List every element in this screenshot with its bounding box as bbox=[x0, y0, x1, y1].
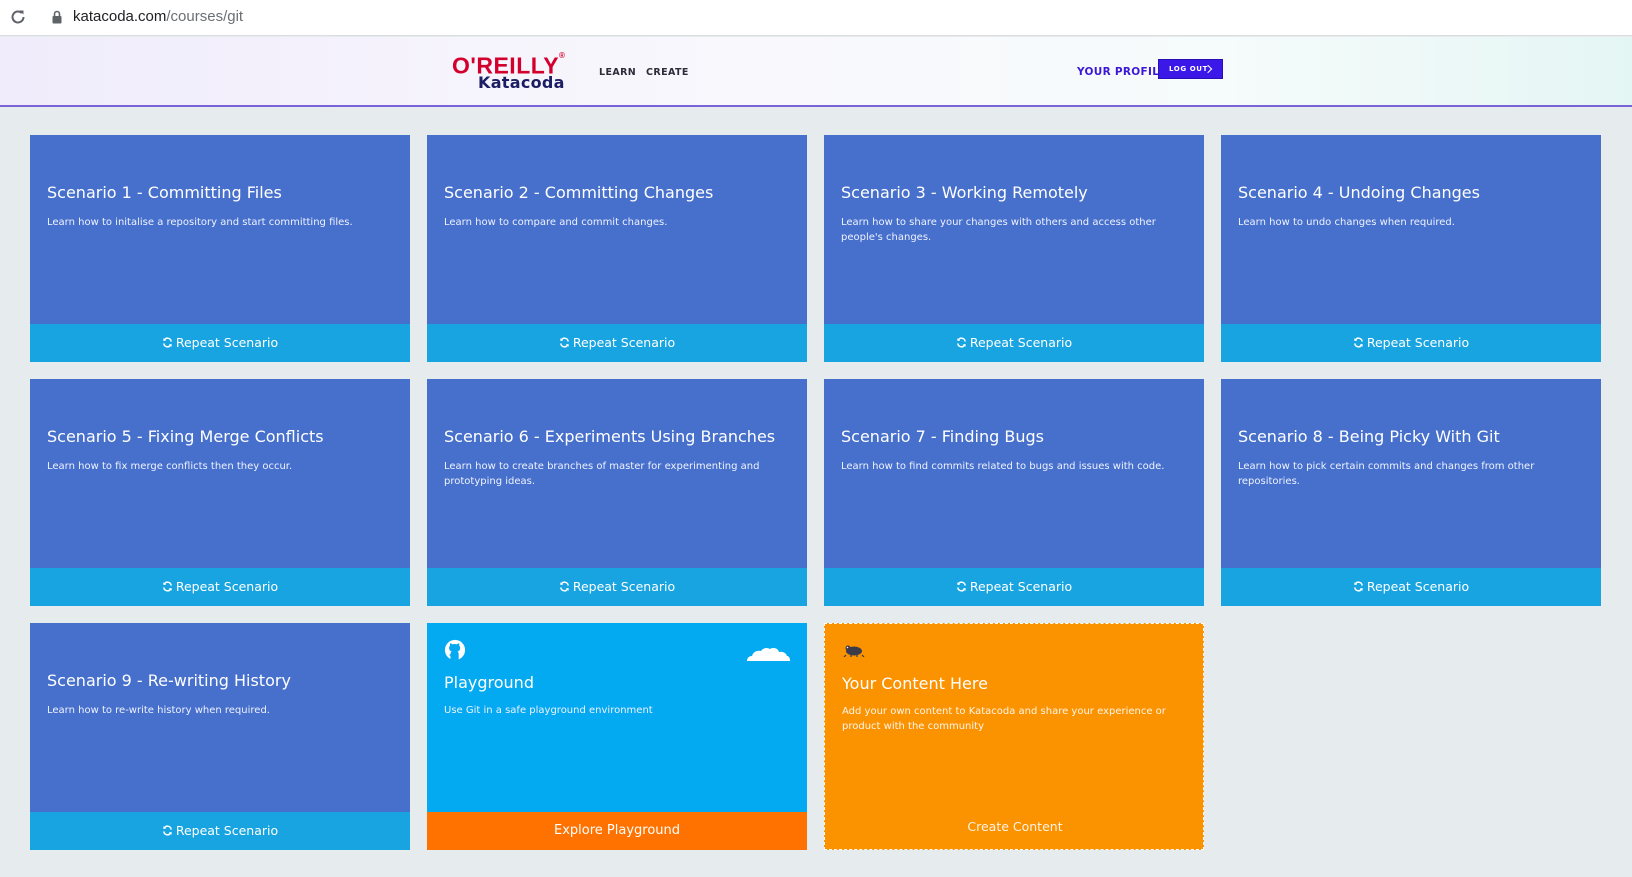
scenario-description: Learn how to initalise a repository and … bbox=[47, 217, 353, 228]
scenario-card[interactable]: Scenario 4 - Undoing Changes Learn how t… bbox=[1221, 135, 1601, 362]
repeat-scenario-button[interactable]: Repeat Scenario bbox=[427, 324, 807, 362]
refresh-icon bbox=[162, 337, 172, 348]
refresh-icon bbox=[956, 337, 966, 348]
scenario-description: Learn how to share your changes with oth… bbox=[841, 217, 1156, 243]
scenario-card[interactable]: Scenario 6 - Experiments Using Branches … bbox=[427, 379, 807, 606]
scenario-card[interactable]: Scenario 5 - Fixing Merge Conflicts Lear… bbox=[30, 379, 410, 606]
nav-create[interactable]: CREATE bbox=[646, 67, 689, 78]
oreilly-katacoda-logo[interactable]: O'REILLY® Katacoda bbox=[452, 51, 567, 93]
repeat-scenario-label: Repeat Scenario bbox=[175, 579, 279, 594]
katacoda-mascot-icon bbox=[843, 645, 865, 657]
site-header: O'REILLY® Katacoda LEARN CREATE YOUR PRO… bbox=[0, 37, 1632, 107]
refresh-icon bbox=[1353, 581, 1363, 592]
repeat-scenario-label: Repeat Scenario bbox=[572, 579, 676, 594]
scenario-description: Learn how to pick certain commits and ch… bbox=[1238, 461, 1535, 487]
refresh-icon bbox=[1353, 337, 1363, 348]
repeat-scenario-button[interactable]: Repeat Scenario bbox=[1221, 568, 1601, 606]
repeat-scenario-button[interactable]: Repeat Scenario bbox=[427, 568, 807, 606]
repeat-scenario-label: Repeat Scenario bbox=[969, 335, 1073, 350]
scenario-description: Learn how to undo changes when required. bbox=[1238, 217, 1455, 228]
playground-description: Use Git in a safe playground environment bbox=[444, 705, 653, 716]
nav-learn[interactable]: LEARN bbox=[599, 67, 636, 78]
lock-icon bbox=[52, 10, 62, 24]
url-domain: katacoda.com bbox=[73, 8, 167, 25]
your-profile-link[interactable]: YOUR PROFILE bbox=[1077, 66, 1167, 78]
refresh-icon bbox=[162, 825, 172, 836]
repeat-scenario-label: Repeat Scenario bbox=[572, 335, 676, 350]
reload-icon[interactable] bbox=[9, 8, 27, 26]
scenario-description: Learn how to re-write history when requi… bbox=[47, 705, 270, 716]
scenario-description: Learn how to find commits related to bug… bbox=[841, 461, 1165, 472]
scenario-title: Scenario 3 - Working Remotely bbox=[841, 183, 1088, 202]
scenario-title: Scenario 6 - Experiments Using Branches bbox=[444, 427, 776, 446]
repeat-scenario-label: Repeat Scenario bbox=[969, 579, 1073, 594]
scenario-description: Learn how to fix merge conflicts then th… bbox=[47, 461, 293, 472]
logo-katacoda-text: Katacoda bbox=[478, 73, 565, 92]
scenario-title: Scenario 2 - Committing Changes bbox=[444, 183, 714, 202]
refresh-icon bbox=[956, 581, 966, 592]
scenario-card[interactable]: Scenario 3 - Working Remotely Learn how … bbox=[824, 135, 1204, 362]
scenario-title: Scenario 9 - Re-writing History bbox=[47, 671, 291, 690]
scenario-card[interactable]: Scenario 9 - Re-writing History Learn ho… bbox=[30, 623, 410, 850]
repeat-scenario-label: Repeat Scenario bbox=[175, 335, 279, 350]
scenario-title: Scenario 7 - Finding Bugs bbox=[841, 427, 1044, 446]
repeat-scenario-label: Repeat Scenario bbox=[1366, 335, 1470, 350]
your-content-card[interactable]: Your Content Here Add your own content t… bbox=[824, 623, 1204, 850]
scenario-card[interactable]: Scenario 2 - Committing Changes Learn ho… bbox=[427, 135, 807, 362]
repeat-scenario-button[interactable]: Repeat Scenario bbox=[824, 568, 1204, 606]
scenario-title: Scenario 5 - Fixing Merge Conflicts bbox=[47, 427, 324, 446]
repeat-scenario-button[interactable]: Repeat Scenario bbox=[30, 568, 410, 606]
scenario-card[interactable]: Scenario 7 - Finding Bugs Learn how to f… bbox=[824, 379, 1204, 606]
scenario-card[interactable]: Scenario 8 - Being Picky With Git Learn … bbox=[1221, 379, 1601, 606]
scenario-card[interactable]: Scenario 1 - Committing Files Learn how … bbox=[30, 135, 410, 362]
playground-title: Playground bbox=[444, 673, 534, 692]
create-content-button[interactable]: Create Content bbox=[825, 808, 1203, 846]
repeat-scenario-button[interactable]: Repeat Scenario bbox=[30, 324, 410, 362]
scenario-title: Scenario 8 - Being Picky With Git bbox=[1238, 427, 1500, 446]
repeat-scenario-button[interactable]: Repeat Scenario bbox=[30, 812, 410, 850]
refresh-icon bbox=[162, 581, 172, 592]
content-card-description: Add your own content to Katacoda and sha… bbox=[842, 706, 1166, 732]
repeat-scenario-button[interactable]: Repeat Scenario bbox=[1221, 324, 1601, 362]
refresh-icon bbox=[559, 337, 569, 348]
repeat-scenario-button[interactable]: Repeat Scenario bbox=[824, 324, 1204, 362]
scenario-description: Learn how to create branches of master f… bbox=[444, 461, 760, 487]
logout-label: LOG OUT bbox=[1169, 65, 1208, 73]
cloud-icon bbox=[747, 647, 790, 661]
content-card-title: Your Content Here bbox=[842, 674, 988, 693]
url-path: /courses/git bbox=[166, 8, 244, 25]
explore-playground-button[interactable]: Explore Playground bbox=[427, 812, 807, 850]
scenario-description: Learn how to compare and commit changes. bbox=[444, 217, 668, 228]
url-text[interactable]: katacoda.com/courses/git bbox=[73, 8, 243, 25]
repeat-scenario-label: Repeat Scenario bbox=[175, 823, 279, 838]
github-icon bbox=[444, 639, 466, 661]
playground-card[interactable]: Playground Use Git in a safe playground … bbox=[427, 623, 807, 850]
scenario-title: Scenario 1 - Committing Files bbox=[47, 183, 282, 202]
refresh-icon bbox=[559, 581, 569, 592]
browser-address-bar: katacoda.com/courses/git bbox=[0, 0, 1632, 36]
logout-button[interactable]: LOG OUT bbox=[1158, 59, 1223, 79]
repeat-scenario-label: Repeat Scenario bbox=[1366, 579, 1470, 594]
scenario-title: Scenario 4 - Undoing Changes bbox=[1238, 183, 1480, 202]
